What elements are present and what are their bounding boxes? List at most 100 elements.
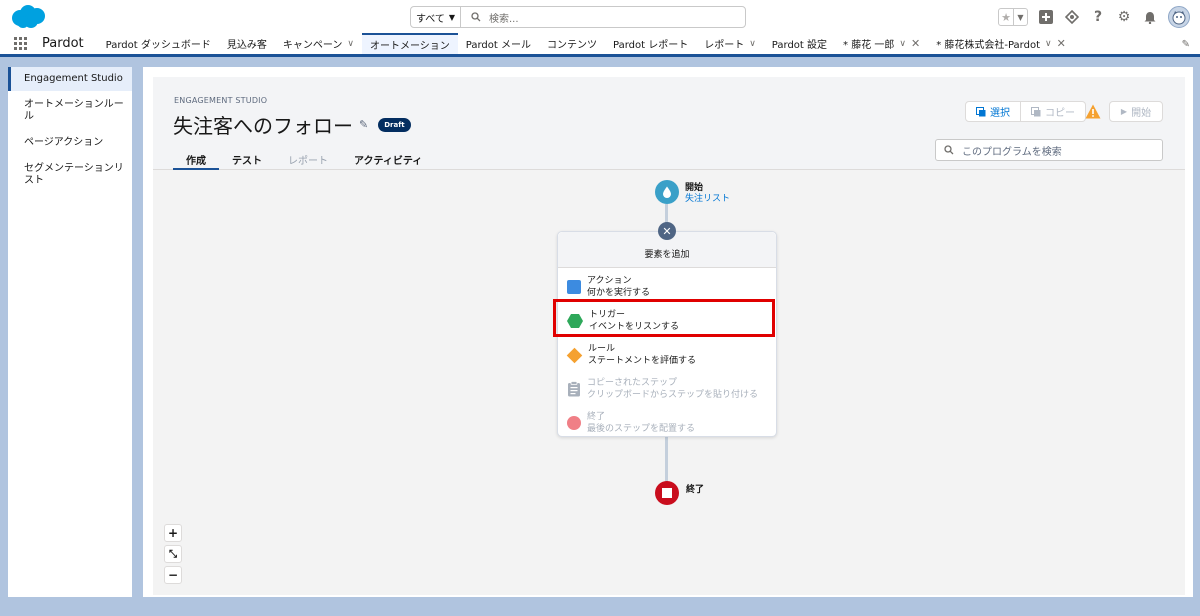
close-icon[interactable]: ✕ bbox=[658, 222, 676, 240]
option-trigger[interactable]: トリガー イベントをリスンする bbox=[558, 304, 778, 338]
salesforce-logo[interactable] bbox=[10, 5, 48, 29]
rule-icon bbox=[566, 347, 583, 363]
star-icon: ★ bbox=[1001, 10, 1011, 24]
select-icon bbox=[976, 106, 986, 116]
page-title: 失注客へのフォロー bbox=[173, 114, 353, 138]
tab-build[interactable]: 作成 bbox=[173, 152, 219, 170]
option-desc: クリップボードからステップを貼り付ける bbox=[587, 390, 759, 400]
sidebar-item-automation-rules[interactable]: オートメーションルール bbox=[8, 93, 132, 129]
fit-to-screen-button[interactable]: ⤡ bbox=[164, 545, 182, 563]
favorites-button[interactable]: ★ ▼ bbox=[998, 8, 1028, 26]
search-input[interactable]: 検索... bbox=[461, 7, 745, 27]
nav-tab-user-record[interactable]: * 藤花 一郎 ∨ ✕ bbox=[835, 33, 928, 54]
status-badge: Draft bbox=[378, 117, 411, 132]
program-search-input[interactable]: このプログラムを検索 bbox=[935, 139, 1163, 161]
nav-tab-account-record[interactable]: * 藤花株式会社-Pardot ∨ ✕ bbox=[928, 33, 1074, 54]
nav-item-pardot-email[interactable]: Pardot メール bbox=[458, 33, 539, 54]
chevron-down-icon[interactable]: ∨ bbox=[899, 39, 906, 49]
nav-item-automation[interactable]: オートメーション bbox=[361, 33, 458, 54]
option-title: アクション bbox=[587, 276, 632, 286]
global-create-icon[interactable] bbox=[1038, 9, 1054, 25]
tab-test[interactable]: テスト bbox=[219, 152, 275, 170]
start-node-list-link[interactable]: 失注リスト bbox=[685, 191, 730, 204]
engagement-studio-card: ENGAGEMENT STUDIO 失注客へのフォロー ✎ Draft 作成 テ… bbox=[153, 77, 1185, 595]
global-header: すべて ▼ 検索... ★ ▼ ? ⚙ bbox=[0, 0, 1200, 33]
option-desc: イベントをリスンする bbox=[589, 322, 680, 332]
program-search-placeholder: このプログラムを検索 bbox=[962, 146, 1062, 158]
copy-button[interactable]: コピー bbox=[1021, 101, 1086, 122]
select-button[interactable]: 選択 bbox=[965, 101, 1021, 122]
app-nav-bar: Pardot Pardot ダッシュボード 見込み客 キャンペーン ∨ オートメー… bbox=[0, 33, 1200, 57]
chevron-down-icon[interactable]: ∨ bbox=[1045, 39, 1052, 49]
chevron-down-icon[interactable]: ∨ bbox=[749, 39, 756, 49]
option-action[interactable]: アクション 何かを実行する bbox=[558, 270, 778, 304]
sidebar-item-segmentation-lists[interactable]: セグメンテーションリスト bbox=[8, 157, 132, 193]
option-title: コピーされたステップ bbox=[587, 378, 678, 388]
trigger-icon bbox=[567, 314, 583, 328]
program-header: ENGAGEMENT STUDIO 失注客へのフォロー ✎ Draft 作成 テ… bbox=[153, 77, 1185, 170]
start-button[interactable]: ▶ 開始 bbox=[1109, 101, 1163, 122]
search-scope-label: すべて bbox=[415, 13, 445, 25]
app-launcher-icon[interactable] bbox=[0, 33, 40, 54]
flow-connector bbox=[665, 437, 668, 483]
search-icon bbox=[944, 145, 954, 155]
water-drop-icon bbox=[663, 186, 671, 198]
trailhead-icon[interactable] bbox=[1064, 9, 1080, 25]
nav-item-prospects[interactable]: 見込み客 bbox=[219, 33, 275, 54]
option-rule[interactable]: ルール ステートメントを評価する bbox=[558, 338, 778, 372]
nav-item-pardot-reports[interactable]: Pardot レポート bbox=[605, 33, 696, 54]
option-title: トリガー bbox=[589, 310, 626, 320]
option-desc: 最後のステップを配置する bbox=[587, 424, 696, 434]
end-icon bbox=[567, 416, 581, 430]
sidebar-item-page-actions[interactable]: ページアクション bbox=[8, 131, 132, 155]
option-end[interactable]: 終了 最後のステップを配置する bbox=[558, 406, 778, 440]
option-pasted-step[interactable]: コピーされたステップ クリップボードからステップを貼り付ける bbox=[558, 372, 778, 406]
main-content: ENGAGEMENT STUDIO 失注客へのフォロー ✎ Draft 作成 テ… bbox=[143, 67, 1193, 597]
header-utility-icons: ★ ▼ ? ⚙ bbox=[998, 5, 1190, 29]
eyebrow-label: ENGAGEMENT STUDIO bbox=[174, 96, 268, 105]
zoom-out-button[interactable]: − bbox=[164, 566, 182, 584]
search-scope-select[interactable]: すべて ▼ bbox=[411, 7, 461, 27]
chevron-down-icon: ▼ bbox=[448, 12, 456, 22]
edit-nav-icon[interactable]: ✎ bbox=[1182, 39, 1190, 50]
pencil-icon[interactable]: ✎ bbox=[359, 118, 368, 131]
nav-item-content[interactable]: コンテンツ bbox=[539, 33, 605, 54]
add-element-popup: 要素を追加 アクション 何かを実行する トリガー イベントをリスンする ルール bbox=[557, 231, 777, 437]
search-icon bbox=[471, 12, 481, 22]
help-icon[interactable]: ? bbox=[1090, 9, 1106, 25]
sidebar-item-engagement-studio[interactable]: Engagement Studio bbox=[8, 67, 132, 91]
option-desc: ステートメントを評価する bbox=[588, 356, 697, 366]
chevron-down-icon[interactable]: ∨ bbox=[347, 39, 354, 49]
warning-icon[interactable] bbox=[1085, 104, 1101, 119]
zoom-in-button[interactable]: + bbox=[164, 524, 182, 542]
user-avatar[interactable] bbox=[1168, 6, 1190, 28]
end-node-label: 終了 bbox=[686, 485, 705, 495]
close-icon[interactable]: ✕ bbox=[911, 37, 920, 50]
program-tabs: 作成 テスト レポート アクティビティ bbox=[173, 152, 435, 170]
option-title: 終了 bbox=[587, 412, 606, 422]
notification-bell-icon[interactable] bbox=[1142, 9, 1158, 25]
global-search: すべて ▼ 検索... bbox=[410, 6, 746, 28]
zoom-controls: + ⤡ − bbox=[164, 524, 182, 584]
search-placeholder: 検索... bbox=[489, 13, 519, 25]
nav-item-pardot-dashboard[interactable]: Pardot ダッシュボード bbox=[98, 33, 219, 54]
tab-activity[interactable]: アクティビティ bbox=[341, 152, 435, 170]
close-icon[interactable]: ✕ bbox=[1057, 37, 1066, 50]
copy-icon bbox=[1031, 106, 1041, 116]
tab-report[interactable]: レポート bbox=[275, 152, 341, 170]
clipboard-icon bbox=[568, 381, 580, 397]
stop-icon bbox=[662, 488, 672, 498]
option-desc: 何かを実行する bbox=[587, 288, 651, 298]
automation-sidebar: Engagement Studio オートメーションルール ページアクション セ… bbox=[8, 67, 132, 597]
gear-icon[interactable]: ⚙ bbox=[1116, 9, 1132, 25]
option-title: ルール bbox=[588, 344, 616, 354]
chevron-down-icon: ▼ bbox=[1013, 9, 1027, 25]
nav-item-pardot-settings[interactable]: Pardot 設定 bbox=[764, 33, 835, 54]
end-node[interactable] bbox=[655, 481, 679, 505]
title-row: 失注客へのフォロー ✎ Draft bbox=[173, 110, 411, 139]
action-icon bbox=[567, 280, 581, 294]
start-node[interactable] bbox=[655, 180, 679, 204]
app-name: Pardot bbox=[42, 36, 84, 51]
nav-item-campaigns[interactable]: キャンペーン ∨ bbox=[275, 33, 362, 54]
nav-item-reports[interactable]: レポート ∨ bbox=[696, 33, 764, 54]
